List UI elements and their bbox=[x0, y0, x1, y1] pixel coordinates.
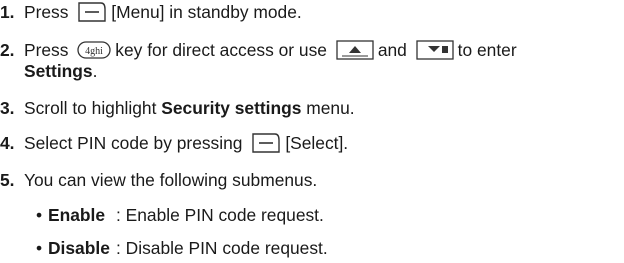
step-2-continuation: Settings. bbox=[24, 61, 98, 81]
step-3: 3. Scroll to highlight Security settings … bbox=[0, 98, 355, 118]
step-5: 5. You can view the following submenus. bbox=[0, 170, 318, 190]
step-4: 4. Select PIN code by pressing [Select]. bbox=[0, 132, 349, 154]
step-1: 1. Press [Menu] in standby mode. bbox=[0, 1, 302, 23]
key-4ghi-icon: 4ghi bbox=[77, 40, 111, 60]
soft-key-icon bbox=[251, 132, 281, 154]
step-2: 2. Press 4ghi key for direct access or us… bbox=[0, 40, 517, 61]
submenu-disable: • Disable: Disable PIN code request. bbox=[36, 238, 328, 258]
nav-up-key-icon bbox=[336, 40, 374, 61]
svg-text:4ghi: 4ghi bbox=[85, 46, 103, 57]
submenu-enable: • Enable: Enable PIN code request. bbox=[36, 205, 324, 225]
instructions: 1. Press [Menu] in standby mode. 2. Press … bbox=[0, 0, 624, 263]
soft-key-icon bbox=[77, 1, 107, 23]
nav-down-key-icon bbox=[416, 40, 454, 61]
